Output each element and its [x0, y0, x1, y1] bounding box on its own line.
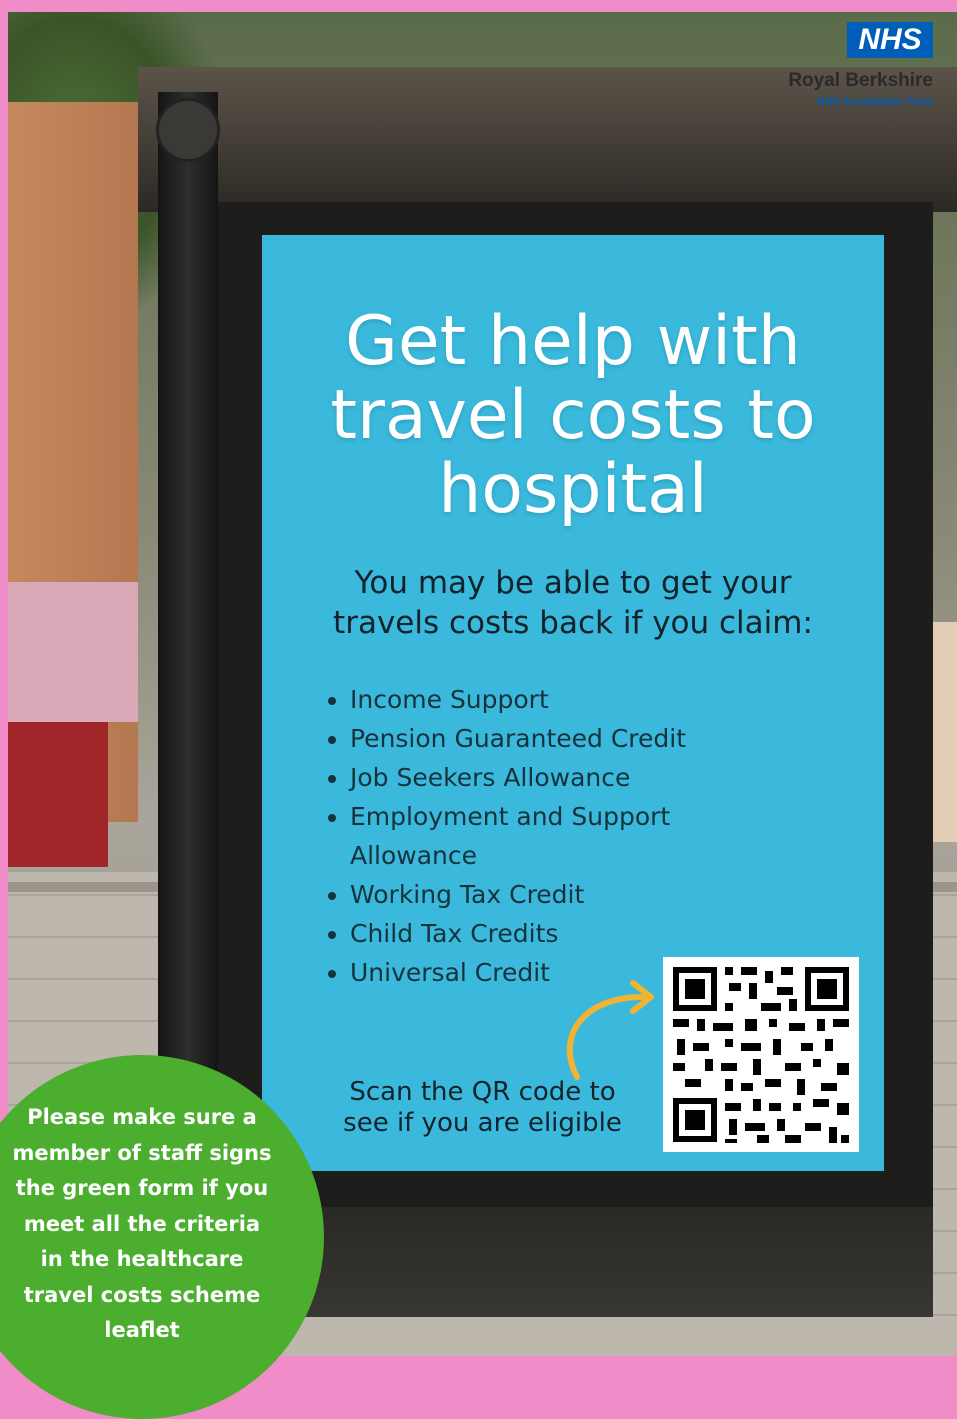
notice-line: member of staff signs	[12, 1140, 272, 1165]
benefit-item: Working Tax Credit	[350, 875, 770, 914]
notice-line: travel costs scheme	[23, 1282, 261, 1307]
benefit-item: Pension Guaranteed Credit	[350, 719, 770, 758]
benefits-list: Income Support Pension Guaranteed Credit…	[322, 680, 770, 992]
poster-headline: Get help with travel costs to hospital	[262, 305, 884, 527]
trust-subtitle: NHS Foundation Trust	[816, 96, 933, 108]
notice-line: leaflet	[104, 1318, 180, 1342]
nhs-badge: NHS	[847, 22, 933, 58]
qr-code[interactable]	[663, 957, 859, 1152]
scan-line: Scan the QR code to	[349, 1077, 616, 1107]
notice-line: Please make sure a	[27, 1105, 257, 1129]
pillar-bolt	[156, 98, 220, 162]
intro-line: You may be able to get your	[354, 565, 792, 601]
intro-line: travels costs back if you claim:	[333, 605, 813, 641]
red-garage-door	[8, 722, 108, 867]
notice-line: the green form if you	[15, 1176, 269, 1200]
benefit-item: Employment and Support Allowance	[350, 797, 710, 875]
trust-name: Royal Berkshire	[788, 70, 933, 91]
benefit-item: Child Tax Credits	[350, 914, 770, 953]
billboard-base	[218, 1207, 933, 1317]
headline-line: Get help with	[345, 302, 801, 381]
qr-code-icon	[663, 957, 859, 1152]
headline-line: travel costs to	[330, 376, 816, 455]
left-building-pink-wall	[8, 582, 138, 722]
scan-line: see if you are eligible	[343, 1108, 622, 1138]
headline-line: hospital	[438, 450, 708, 529]
notice-line: meet all the criteria	[23, 1211, 261, 1236]
green-notice-text: Please make sure a member of staff signs…	[6, 1100, 278, 1349]
benefit-item: Job Seekers Allowance	[350, 758, 770, 797]
scan-instruction: Scan the QR code to see if you are eligi…	[310, 1077, 655, 1139]
poster-intro: You may be able to get your travels cost…	[262, 563, 884, 643]
benefit-item: Income Support	[350, 680, 770, 719]
arrow-icon	[566, 980, 654, 1080]
notice-line: in the healthcare	[40, 1247, 244, 1271]
